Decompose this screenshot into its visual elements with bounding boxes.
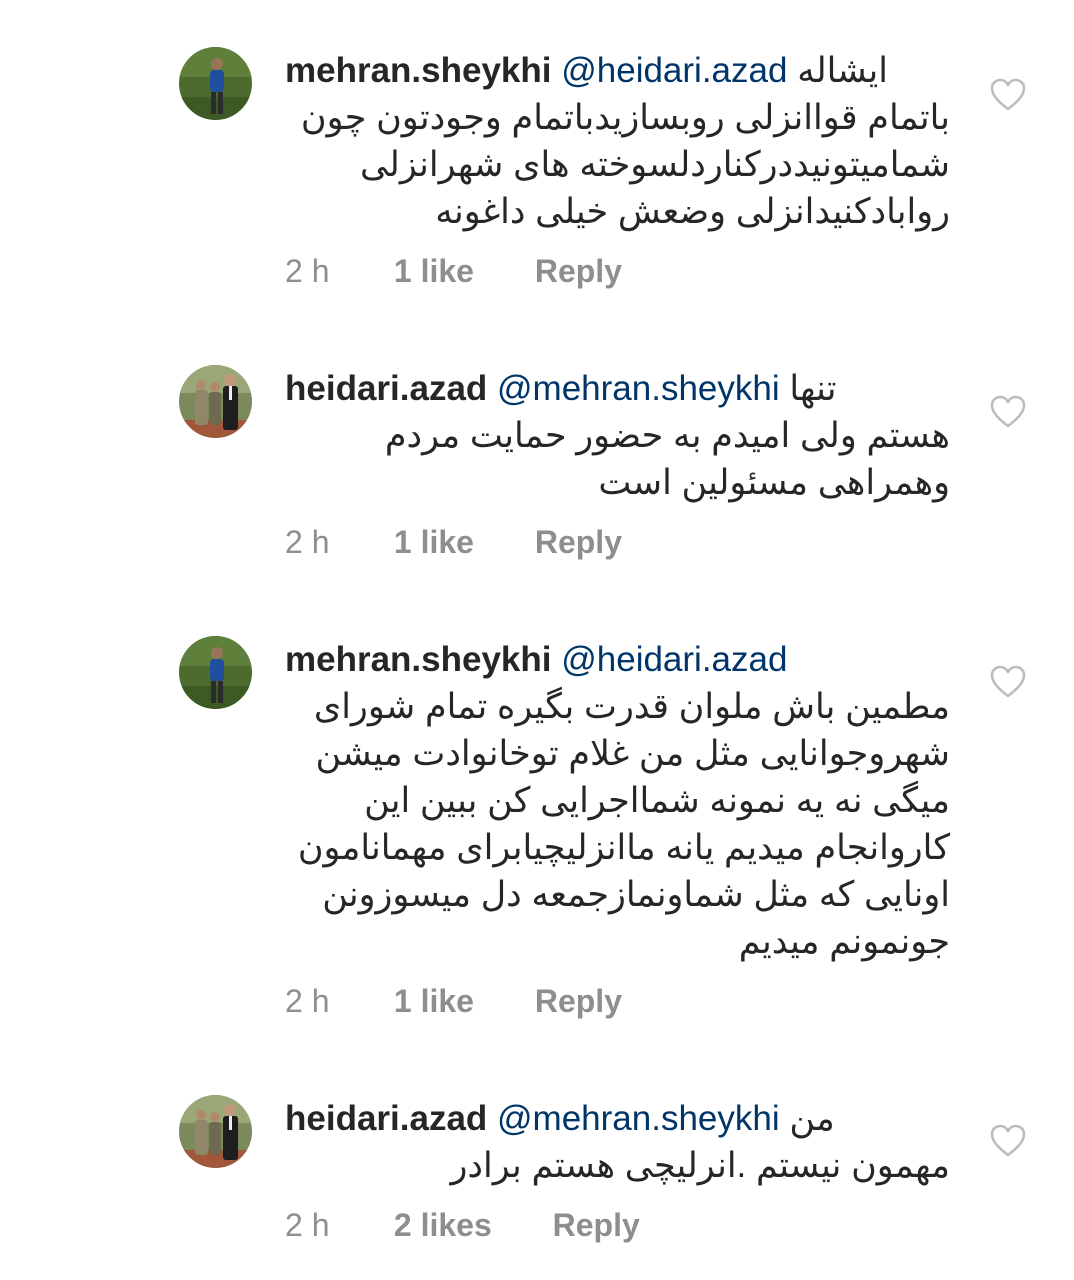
username[interactable]: mehran.sheykhi bbox=[285, 640, 552, 679]
avatar-heidari-azad[interactable] bbox=[179, 1095, 252, 1168]
avatar-mehran-sheykhi[interactable] bbox=[179, 636, 252, 709]
comment-text-line: وهمراهی مسئولین است bbox=[598, 463, 950, 502]
comment-meta: 2 h 1 like Reply bbox=[285, 251, 950, 291]
avatar-heidari-azad[interactable] bbox=[179, 365, 252, 438]
likes-count[interactable]: 1 like bbox=[394, 981, 474, 1021]
mention-link[interactable]: @heidari.azad bbox=[561, 51, 787, 90]
comment-text-line: باتمام قواانزلی روبسازیدباتمام وجودتون چ… bbox=[300, 98, 950, 137]
reply-button[interactable]: Reply bbox=[535, 981, 622, 1021]
mention-link[interactable]: @heidari.azad bbox=[561, 640, 787, 679]
mention-link[interactable]: @mehran.sheykhi bbox=[497, 1099, 780, 1138]
comment-text-line: جونمونم میدیم bbox=[738, 922, 950, 961]
reply-button[interactable]: Reply bbox=[535, 522, 622, 562]
reply-button[interactable]: Reply bbox=[553, 1205, 640, 1245]
comment-body: heidari.azad @mehran.sheykhi من مهمون نی… bbox=[285, 1095, 950, 1245]
comment-text-line: اونایی که مثل شماونمازجمعه دل میسوزونن bbox=[322, 875, 950, 914]
timestamp: 2 h bbox=[285, 253, 330, 289]
comment-text-line: هستم ولی امیدم به حضور حمایت مردم bbox=[384, 416, 950, 455]
heart-outline-icon[interactable] bbox=[990, 78, 1026, 112]
comment-text-line: روابادکنیدانزلی وضعش خیلی داغونه bbox=[435, 192, 950, 231]
comment-text-start: تنها bbox=[789, 369, 837, 408]
comment-text-line: شمامیتونیددرکناردلسوخته های شهرانزلی bbox=[360, 145, 950, 184]
comment-header: heidari.azad @mehran.sheykhi تنها bbox=[285, 365, 950, 412]
comment-meta: 2 h 1 like Reply bbox=[285, 522, 950, 562]
comment-body: heidari.azad @mehran.sheykhi تنها هستم و… bbox=[285, 365, 950, 562]
reply-button[interactable]: Reply bbox=[535, 251, 622, 291]
username[interactable]: heidari.azad bbox=[285, 369, 487, 408]
comment-header: mehran.sheykhi @heidari.azad bbox=[285, 636, 950, 683]
comment-meta: 2 h 1 like Reply bbox=[285, 981, 950, 1021]
timestamp: 2 h bbox=[285, 983, 330, 1019]
comment-body: mehran.sheykhi @heidari.azad ایشاله باتم… bbox=[285, 47, 950, 291]
heart-outline-icon[interactable] bbox=[990, 665, 1026, 699]
comment-text-start: ایشاله bbox=[797, 51, 888, 90]
comment-body: mehran.sheykhi @heidari.azad مطمین باش م… bbox=[285, 636, 950, 1021]
heart-outline-icon[interactable] bbox=[990, 1124, 1026, 1158]
comment-header: heidari.azad @mehran.sheykhi من bbox=[285, 1095, 950, 1142]
heart-outline-icon[interactable] bbox=[990, 395, 1026, 429]
comment-text-line: مطمین باش ملوان قدرت بگیره تمام شورای bbox=[313, 687, 950, 726]
comment-meta: 2 h 2 likes Reply bbox=[285, 1205, 950, 1245]
comment-text-start: من bbox=[789, 1099, 835, 1138]
comment-text-line: میگی نه یه نمونه شمااجرایی کن ببین این bbox=[364, 781, 950, 820]
avatar-mehran-sheykhi[interactable] bbox=[179, 47, 252, 120]
likes-count[interactable]: 1 like bbox=[394, 522, 474, 562]
username[interactable]: heidari.azad bbox=[285, 1099, 487, 1138]
comment-text-line: مهمون نیستم .انرلیچی هستم برادر bbox=[450, 1146, 950, 1185]
mention-link[interactable]: @mehran.sheykhi bbox=[497, 369, 780, 408]
comment-text-line: کاروانجام میدیم یانه ماانزلیچیابرای مهما… bbox=[297, 828, 950, 867]
likes-count[interactable]: 1 like bbox=[394, 251, 474, 291]
timestamp: 2 h bbox=[285, 1207, 330, 1243]
comment-text-line: شهروجوانایی مثل من غلام توخانوادت میشن bbox=[315, 734, 951, 773]
likes-count[interactable]: 2 likes bbox=[394, 1205, 492, 1245]
username[interactable]: mehran.sheykhi bbox=[285, 51, 552, 90]
comment-header: mehran.sheykhi @heidari.azad ایشاله bbox=[285, 47, 950, 94]
timestamp: 2 h bbox=[285, 524, 330, 560]
